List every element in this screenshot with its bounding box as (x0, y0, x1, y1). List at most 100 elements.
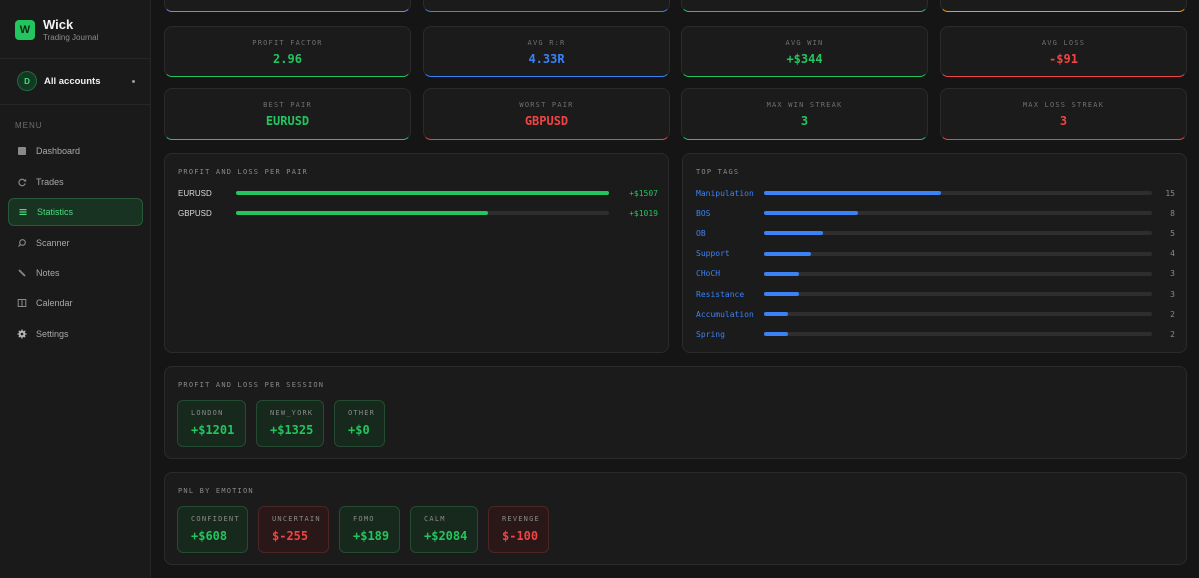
tag-row: Spring 2 (696, 328, 1175, 340)
stat-value: GBPUSD (524, 114, 569, 128)
sidebar-item-statistics[interactable]: Statistics (8, 198, 143, 226)
pair-value: +$1507 (629, 188, 658, 198)
emotion-chip-fomo: FOMO +$189 (339, 506, 400, 553)
calendar-icon (17, 298, 27, 308)
stat-card-max-loss-streak: MAX LOSS STREAK 3 (940, 88, 1187, 140)
sidebar-item-label: Statistics (37, 207, 74, 217)
account-selector[interactable]: D All accounts (17, 71, 135, 91)
section-title: PNL BY EMOTION (178, 487, 254, 495)
stat-label: AVG LOSS (1041, 39, 1086, 47)
sidebar-item-label: Trades (36, 177, 64, 187)
tag-count: 8 (1170, 208, 1175, 218)
tag-name: BOS (696, 208, 711, 218)
session-chip-london: LONDON +$1201 (177, 400, 246, 447)
tag-bar-fill (764, 231, 823, 236)
stat-value: 2.96 (273, 52, 302, 66)
chip-value: $-255 (272, 529, 309, 543)
chip-value: +$1325 (270, 423, 314, 437)
stat-label: MAX WIN STREAK (766, 101, 843, 109)
pair-name: GBPUSD (178, 208, 212, 218)
pair-value: +$1019 (629, 208, 658, 218)
trades-icon (17, 177, 27, 187)
stat-card-worst-pair: WORST PAIR GBPUSD (423, 88, 670, 140)
stat-label: MAX LOSS STREAK (1022, 101, 1105, 109)
brand-logo: W (15, 20, 35, 40)
stat-card-avg-loss: AVG LOSS -$91 (940, 26, 1187, 77)
chip-label: FOMO (353, 515, 375, 523)
sidebar: W Wick Trading Journal D All accounts ME… (0, 0, 151, 578)
chip-label: REVENGE (502, 515, 540, 523)
sidebar-item-label: Calendar (36, 298, 73, 308)
stat-value: EURUSD (265, 114, 310, 128)
stat-value: +$344 (786, 52, 823, 66)
tag-count: 3 (1170, 289, 1175, 299)
chip-label: OTHER (348, 409, 376, 417)
tag-name: Manipulation (696, 188, 754, 198)
stat-label: BEST PAIR (263, 101, 312, 109)
section-title: PROFIT AND LOSS PER SESSION (178, 381, 325, 389)
stat-card-best-pair: BEST PAIR EURUSD (164, 88, 411, 140)
chip-value: +$2084 (424, 529, 468, 543)
tag-row: Accumulation 2 (696, 308, 1175, 320)
pair-bar-fill (236, 211, 489, 215)
tag-bar-fill (764, 271, 800, 276)
stat-card-avg-win: AVG WIN +$344 (681, 26, 928, 77)
sidebar-item-trades[interactable]: Trades (8, 168, 143, 196)
tag-bar-track (764, 211, 1152, 216)
tag-row: Manipulation 15 (696, 187, 1175, 199)
tag-bar-track (764, 332, 1152, 337)
tag-count: 15 (1165, 188, 1175, 198)
sidebar-item-dashboard[interactable]: Dashboard (8, 137, 143, 165)
dropdown-indicator-icon (132, 79, 135, 83)
section-title: PROFIT AND LOSS PER PAIR (178, 168, 308, 176)
emotion-chip-revenge: REVENGE $-100 (488, 506, 549, 553)
stat-card-partial (164, 0, 411, 12)
scanner-icon (17, 238, 27, 248)
tag-count: 2 (1170, 329, 1175, 339)
tag-count: 4 (1170, 249, 1175, 259)
sidebar-item-scanner[interactable]: Scanner (8, 229, 143, 257)
tag-count: 5 (1170, 228, 1175, 238)
tag-row: OB 5 (696, 227, 1175, 239)
pair-bar-track (236, 191, 609, 195)
tag-bar-fill (764, 292, 800, 296)
stat-value: 3 (800, 114, 809, 128)
sidebar-item-calendar[interactable]: Calendar (8, 289, 143, 317)
pair-row: GBPUSD +$1019 (178, 207, 658, 219)
stat-card-partial (423, 0, 670, 12)
sidebar-item-label: Dashboard (36, 146, 81, 156)
brand[interactable]: W Wick Trading Journal (15, 18, 98, 42)
menu-title: MENU (15, 121, 43, 130)
sidebar-item-notes[interactable]: Notes (8, 259, 143, 287)
top-tags-panel: TOP TAGS Manipulation 15 BOS 8 OB 5 Support 4 CH… (682, 153, 1187, 353)
pnl-by-emotion-panel: PNL BY EMOTION CONFIDENT +$608 UNCERTAIN… (164, 472, 1187, 565)
stat-label: AVG WIN (785, 39, 824, 47)
tag-bar-track (764, 271, 1152, 276)
tag-bar-track (764, 231, 1152, 236)
avatar: D (17, 71, 37, 91)
brand-subtitle: Trading Journal (43, 33, 99, 42)
tag-count: 3 (1170, 269, 1175, 279)
chip-label: LONDON (191, 409, 224, 417)
sidebar-item-settings[interactable]: Settings (8, 320, 143, 348)
divider (0, 104, 151, 105)
session-chip-new-york: NEW_YORK +$1325 (256, 400, 324, 447)
statistics-icon (18, 207, 28, 217)
pnl-per-session-panel: PROFIT AND LOSS PER SESSION LONDON +$120… (164, 366, 1187, 459)
tag-row: BOS 8 (696, 207, 1175, 219)
emotion-chip-calm: CALM +$2084 (410, 506, 478, 553)
stat-card-partial (681, 0, 928, 12)
sidebar-item-label: Notes (36, 268, 60, 278)
chip-value: +$189 (353, 529, 390, 543)
session-chip-other: OTHER +$0 (334, 400, 385, 447)
tag-bar-fill (764, 191, 941, 195)
tag-bar-track (764, 191, 1152, 195)
emotion-chip-uncertain: UNCERTAIN $-255 (258, 506, 329, 553)
tag-name: Accumulation (696, 309, 754, 319)
tag-name: CHoCH (696, 269, 721, 279)
chip-label: UNCERTAIN (272, 515, 321, 523)
tag-row: CHoCH 3 (696, 268, 1175, 280)
chip-value: +$0 (348, 423, 370, 437)
pair-row: EURUSD +$1507 (178, 187, 658, 199)
tag-bar-track (764, 292, 1152, 296)
